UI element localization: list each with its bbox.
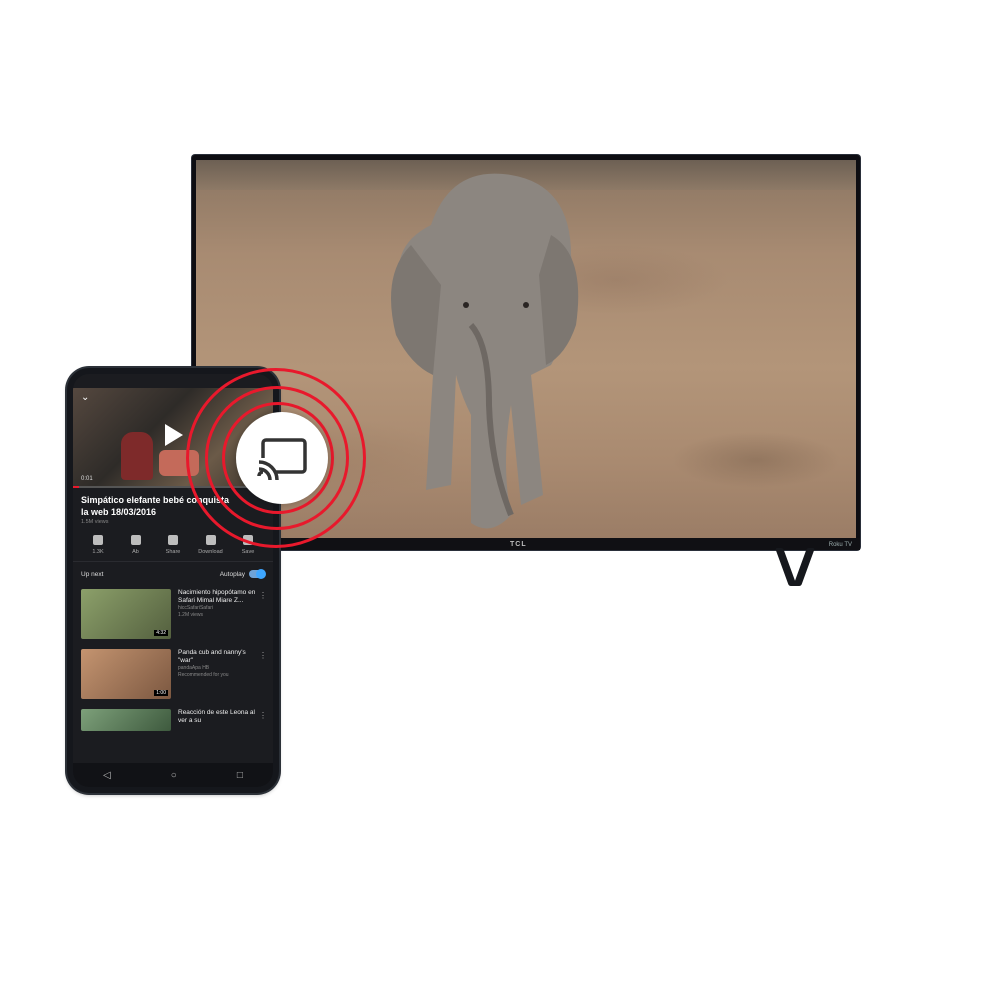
recommendation-meta: hiccSafariSafari 1.2M views [178,605,214,618]
elephant-image [391,173,579,529]
list-item[interactable]: 4:32 Nacimiento hipopótamo en Safari Mim… [73,584,273,644]
recommendation-title: Nacimiento hipopótamo en Safari Mimal Mi… [178,589,256,604]
duration-badge: 1:00 [154,690,168,696]
thumbs-down-icon [130,535,141,545]
cast-icon [257,438,307,480]
more-vert-icon[interactable]: ⋮ [259,711,267,720]
recents-icon[interactable]: □ [237,770,243,781]
recommendation-title: Reacción de este Leona al ver a su [178,709,255,724]
video-thumbnail[interactable]: 4:32 [81,589,171,639]
up-next-label: Up next [81,570,104,578]
download-button[interactable]: Download [196,535,226,555]
video-progress-fill [73,486,79,488]
up-next-header: Up next Autoplay [73,561,273,584]
tv-badge: Roku TV [828,542,852,548]
autoplay-label: Autoplay [219,570,245,578]
more-vert-icon[interactable]: ⋮ [259,591,267,600]
share-icon [168,535,178,545]
download-icon [205,535,216,545]
tv-stand-right [793,548,815,586]
home-icon[interactable]: ○ [171,770,177,781]
thumbs-up-icon [93,535,103,545]
more-vert-icon[interactable]: ⋮ [259,651,267,660]
chevron-down-icon[interactable]: ⌄ [81,392,89,403]
video-thumbnail[interactable] [81,709,171,731]
tv-brand-logo: TCL [510,541,527,548]
dislike-button[interactable]: Ab [121,535,151,555]
recommendation-meta: pandaApa HB Recommended for you [178,665,229,678]
autoplay-toggle[interactable] [249,569,266,579]
back-icon[interactable]: ◁ [103,770,111,781]
tv-stand-left [775,548,797,586]
list-item[interactable]: Reacción de este Leona al ver a su ⋮ [73,704,273,736]
duration-badge: 4:32 [154,630,168,636]
autoplay-control: Autoplay [219,569,266,579]
play-icon[interactable] [165,424,183,446]
cast-button[interactable] [236,412,328,504]
recommendation-title: Panda cub and nanny's "war" [178,649,246,664]
android-nav-bar: ◁ ○ □ [73,763,273,787]
video-thumbnail[interactable]: 1:00 [81,649,171,699]
video-time: 0:01 [81,476,93,482]
list-item[interactable]: 1:00 Panda cub and nanny's "war" pandaAp… [73,644,273,704]
share-button[interactable]: Share [158,535,188,555]
like-button[interactable]: 1.3K [83,535,113,555]
video-figure [121,432,153,480]
